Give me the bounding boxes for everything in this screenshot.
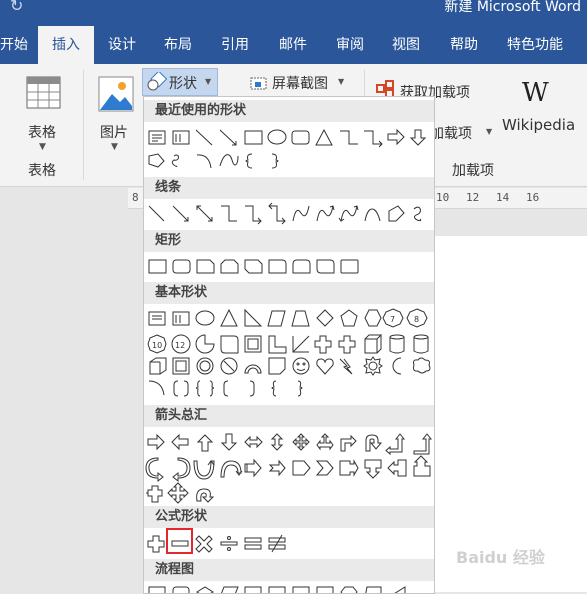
- section-flowchart: 流程图: [144, 559, 434, 581]
- svg-text:12: 12: [175, 341, 185, 350]
- selected-minus-shape-highlight[interactable]: [166, 528, 193, 554]
- group-divider: [83, 70, 84, 180]
- tab-design[interactable]: 设计: [108, 26, 136, 64]
- lines-row[interactable]: [144, 201, 434, 227]
- tab-insert[interactable]: 插入: [38, 26, 94, 64]
- addins-group-label: 加载项: [452, 163, 494, 179]
- picture-button-label: 图片: [100, 125, 128, 141]
- ruler-mark: 8: [132, 191, 139, 204]
- tab-references[interactable]: 引用: [221, 26, 249, 64]
- table-button-label: 表格: [28, 125, 56, 141]
- section-recent-shapes: 最近使用的形状: [144, 100, 434, 122]
- tab-help[interactable]: 帮助: [450, 26, 478, 64]
- basic-shapes-grid[interactable]: 7 8 10 12: [144, 307, 434, 407]
- block-arrows-grid[interactable]: [144, 431, 434, 507]
- chevron-down-icon: ▼: [338, 77, 345, 86]
- tab-home[interactable]: 开始: [0, 26, 32, 64]
- picture-button[interactable]: 图片 ▼: [94, 72, 138, 152]
- ribbon-tabs: 开始 插入 设计 布局 引用 邮件 审阅 视图 帮助 特色功能: [0, 26, 587, 64]
- shapes-icon: [147, 72, 168, 91]
- tab-layout[interactable]: 布局: [164, 26, 192, 64]
- title-bar: ↻ 新建 Microsoft Word: [0, 0, 587, 26]
- svg-text:8: 8: [414, 315, 419, 324]
- chevron-down-icon: ▼: [205, 77, 212, 86]
- baidu-watermark: Baidu 经验: [456, 548, 545, 567]
- recent-shapes-row[interactable]: [144, 126, 434, 178]
- svg-text:7: 7: [390, 315, 395, 324]
- table-icon: [26, 76, 61, 109]
- shapes-gallery: 最近使用的形状 线条 矩形 基本形状 箭头总汇 公式形状 流程图 7 8 10 …: [143, 96, 435, 594]
- table-button[interactable]: 表格 ▼: [14, 72, 74, 152]
- picture-icon: [98, 76, 134, 112]
- table-group-label: 表格: [28, 163, 56, 179]
- rectangles-row[interactable]: [144, 254, 434, 280]
- window-title: 新建 Microsoft Word: [444, 0, 581, 15]
- flowchart-row[interactable]: [144, 583, 434, 594]
- ruler-mark: 14: [496, 191, 510, 204]
- shapes-button-label: 形状: [169, 76, 197, 92]
- tab-review[interactable]: 审阅: [336, 26, 364, 64]
- my-addins-label: 加载项: [430, 126, 472, 142]
- section-rectangles: 矩形: [144, 230, 434, 252]
- shapes-button[interactable]: 形状 ▼: [142, 68, 218, 96]
- chevron-down-icon: ▼: [486, 127, 493, 136]
- tab-view[interactable]: 视图: [392, 26, 420, 64]
- screenshot-button[interactable]: 屏幕截图 ▼: [248, 68, 348, 96]
- tab-mailings[interactable]: 邮件: [279, 26, 307, 64]
- wikipedia-icon: W: [522, 78, 549, 108]
- ruler-mark: 16: [526, 191, 540, 204]
- section-basic-shapes: 基本形状: [144, 282, 434, 304]
- wikipedia-label: Wikipedia: [502, 116, 576, 134]
- section-block-arrows: 箭头总汇: [144, 405, 434, 427]
- wikipedia-button[interactable]: W Wikipedia: [498, 76, 582, 146]
- my-addins-button[interactable]: 加载项 ▼: [430, 120, 496, 146]
- screenshot-button-label: 屏幕截图: [272, 76, 328, 92]
- svg-text:10: 10: [152, 341, 162, 350]
- undo-icon[interactable]: ↻: [10, 0, 23, 15]
- ruler-mark: 12: [466, 191, 480, 204]
- chevron-down-icon: ▼: [111, 142, 118, 152]
- tab-special-features[interactable]: 特色功能: [507, 26, 563, 64]
- screenshot-icon: [250, 77, 267, 90]
- section-lines: 线条: [144, 177, 434, 199]
- chevron-down-icon: ▼: [39, 142, 46, 152]
- ruler-mark: 10: [436, 191, 450, 204]
- section-equation-shapes: 公式形状: [144, 506, 434, 528]
